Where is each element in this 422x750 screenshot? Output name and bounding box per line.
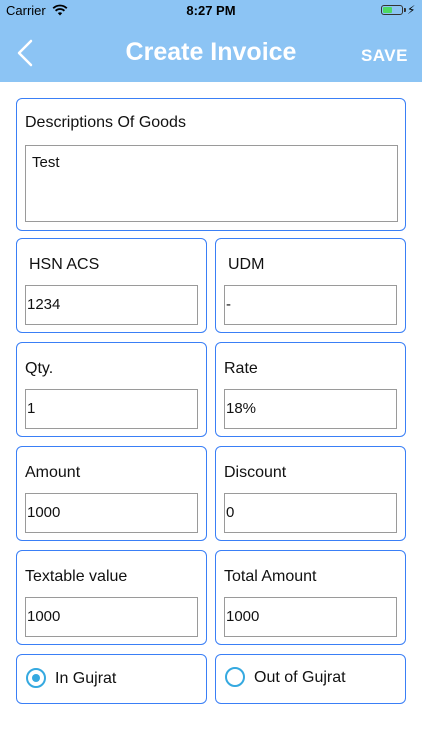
- charging-icon: ⚡: [407, 3, 416, 17]
- hsn-card: HSN ACS 1234: [16, 238, 207, 333]
- description-card: Descriptions Of Goods Test: [16, 98, 406, 231]
- discount-label: Discount: [224, 464, 287, 481]
- hsn-label: HSN ACS: [29, 256, 100, 273]
- taxable-value-input[interactable]: 1000: [25, 597, 198, 637]
- amount-card: Amount 1000: [16, 446, 207, 541]
- taxable-value-card: Textable value 1000: [16, 550, 207, 645]
- udm-label: UDM: [228, 256, 265, 273]
- radio-out-of-gujrat[interactable]: Out of Gujrat: [215, 654, 406, 704]
- hsn-input[interactable]: 1234: [25, 285, 198, 325]
- radio-button-icon[interactable]: [26, 668, 46, 688]
- discount-card: Discount 0: [215, 446, 406, 541]
- radio-out-of-gujrat-label: Out of Gujrat: [254, 669, 346, 686]
- rate-label: Rate: [224, 360, 258, 377]
- total-amount-label: Total Amount: [224, 568, 317, 585]
- page-title: Create Invoice: [125, 38, 297, 66]
- radio-in-gujrat[interactable]: In Gujrat: [16, 654, 207, 704]
- qty-label: Qty.: [25, 360, 54, 377]
- description-textarea[interactable]: Test: [25, 145, 398, 222]
- total-amount-input[interactable]: 1000: [224, 597, 397, 637]
- udm-input[interactable]: -: [224, 285, 397, 325]
- discount-input[interactable]: 0: [224, 493, 397, 533]
- total-amount-card: Total Amount 1000: [215, 550, 406, 645]
- status-bar: Carrier 8:27 PM ⚡: [0, 0, 422, 22]
- rate-card: Rate 18%: [215, 342, 406, 437]
- udm-card: UDM -: [215, 238, 406, 333]
- nav-bar: Create Invoice SAVE: [0, 22, 422, 82]
- save-button[interactable]: SAVE: [361, 46, 408, 66]
- amount-input[interactable]: 1000: [25, 493, 198, 533]
- taxable-value-label: Textable value: [25, 568, 128, 585]
- clock: 8:27 PM: [186, 3, 236, 18]
- rate-input[interactable]: 18%: [224, 389, 397, 429]
- radio-button-icon[interactable]: [225, 667, 245, 687]
- battery-icon: [381, 5, 406, 15]
- amount-label: Amount: [25, 464, 81, 481]
- description-label: Descriptions Of Goods: [25, 114, 186, 131]
- radio-in-gujrat-label: In Gujrat: [55, 670, 117, 687]
- qty-card: Qty. 1: [16, 342, 207, 437]
- qty-input[interactable]: 1: [25, 389, 198, 429]
